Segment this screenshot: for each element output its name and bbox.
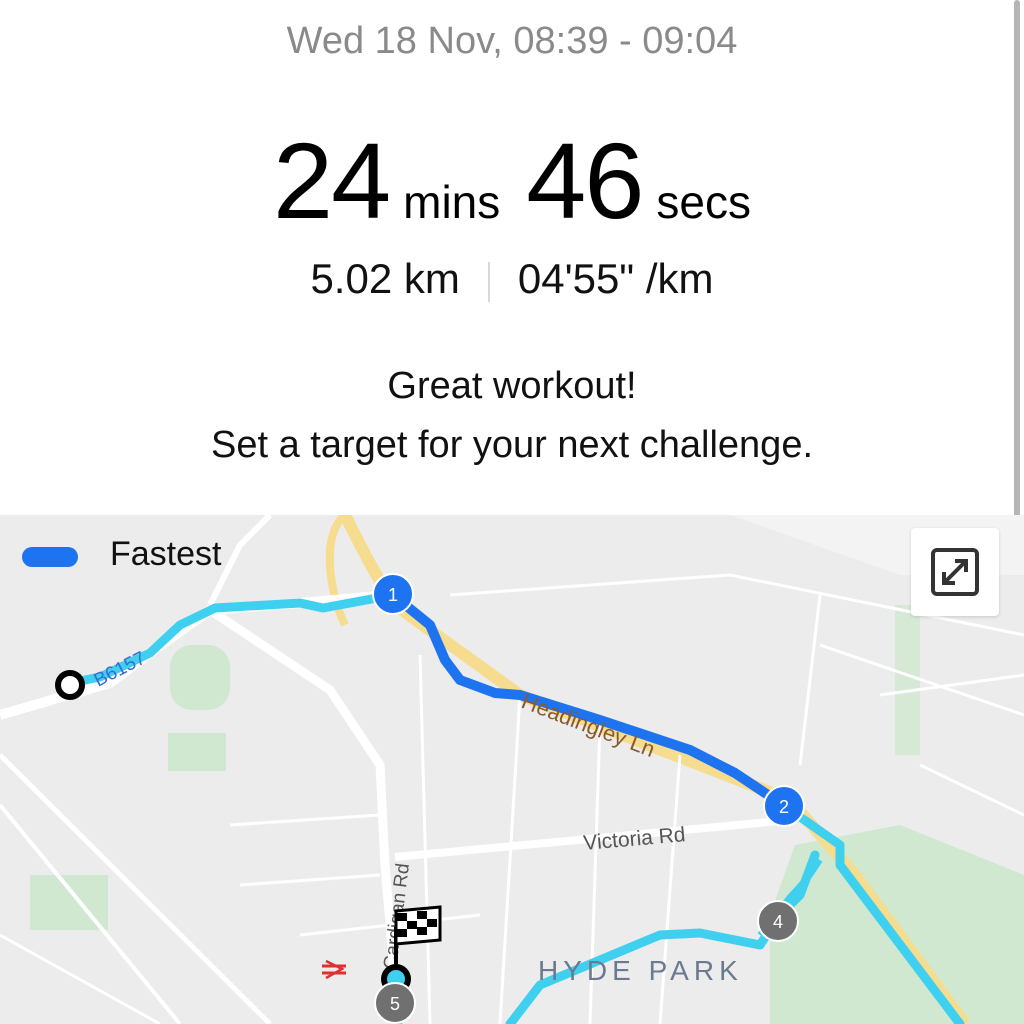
workout-summary: Wed 18 Nov, 08:39 - 09:04 24 mins 46 secs 5… [0, 0, 1024, 515]
road-label-headingley: Headingley Ln [518, 688, 658, 762]
stats-divider [487, 261, 490, 302]
split-marker-2-label: 2 [779, 797, 789, 817]
legend-fastest-swatch [22, 547, 78, 567]
route-map[interactable]: B6157 Headingley Ln Victoria Rd Cardigan… [0, 515, 1024, 1024]
map-canvas: B6157 Headingley Ln Victoria Rd Cardigan… [0, 515, 1024, 1024]
rail-station-icon [322, 959, 346, 980]
split-marker-1-label: 1 [388, 585, 398, 605]
duration-minutes-unit: mins [403, 176, 501, 228]
park-area [895, 605, 920, 755]
duration-minutes: 24 [273, 120, 391, 241]
split-marker-4[interactable]: 4 [757, 900, 799, 942]
park-area [168, 733, 226, 771]
pace-value: 04'55" /km [517, 255, 714, 302]
start-marker [55, 670, 85, 700]
workout-date-range: Wed 18 Nov, 08:39 - 09:04 [286, 20, 738, 62]
duration-seconds-unit: secs [656, 176, 751, 228]
split-marker-4-label: 4 [773, 912, 783, 932]
expand-map-button[interactable] [911, 528, 999, 616]
road-label-b6157: B6157 [91, 648, 149, 692]
split-marker-5[interactable]: 5 [374, 982, 416, 1024]
park-area [170, 645, 230, 710]
congrats-message: Great workout! [387, 365, 637, 407]
split-marker-2[interactable]: 2 [763, 785, 805, 827]
split-marker-5-label: 5 [390, 994, 400, 1014]
split-marker-1[interactable]: 1 [372, 573, 414, 615]
workout-stats: 5.02 km 04'55" /km [0, 255, 1024, 303]
expand-icon [931, 548, 979, 596]
target-suggestion: Set a target for your next challenge. [210, 424, 814, 466]
scrollbar[interactable] [1014, 0, 1020, 545]
duration-seconds: 46 [526, 120, 644, 241]
area-label-hyde-park: HYDE PARK [538, 955, 743, 986]
distance-value: 5.02 km [310, 255, 460, 302]
legend-fastest-label: Fastest [110, 535, 222, 573]
workout-duration: 24 mins 46 secs [0, 118, 1024, 243]
